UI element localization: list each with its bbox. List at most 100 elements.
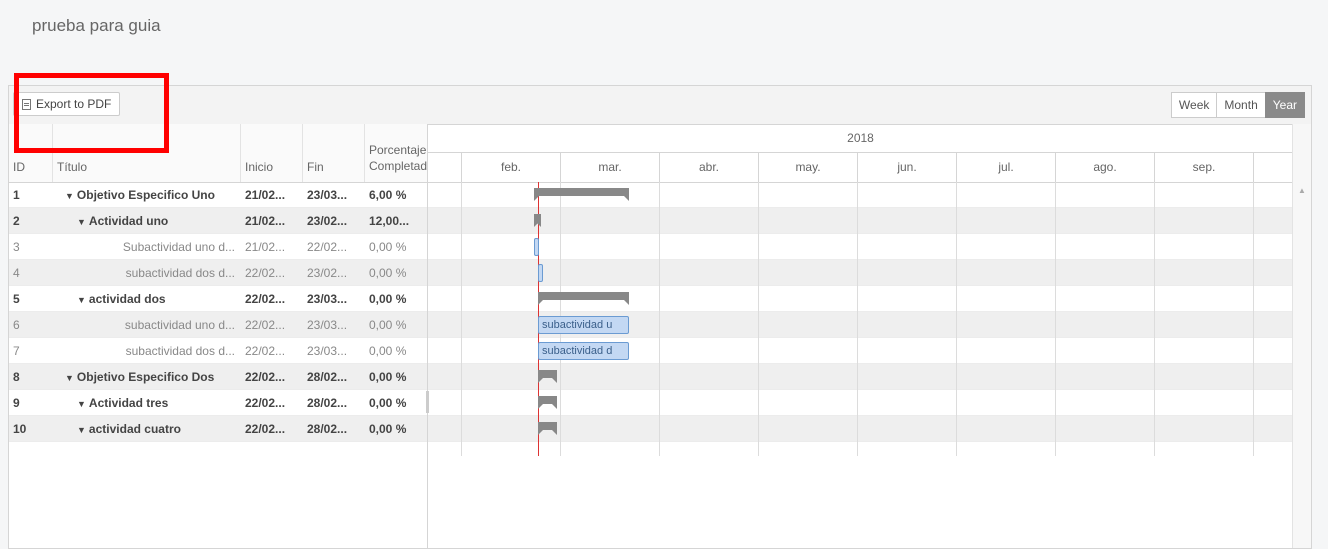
timeline-year: 2018 <box>428 124 1293 153</box>
view-year-button[interactable]: Year <box>1264 92 1305 118</box>
cell-id: 2 <box>13 214 20 228</box>
month-header: jul. <box>956 152 1055 182</box>
cell-title: ▼ Objetivo Especifico Uno <box>53 182 241 208</box>
task-bar[interactable]: subactividad d <box>538 342 629 360</box>
column-header-title[interactable]: Título <box>53 124 241 182</box>
table-row[interactable]: 10 ▼ actividad cuatro 22/02... 28/02... 0,00 … <box>9 416 427 442</box>
cell-start: 22/02... <box>245 396 286 410</box>
cell-end: 23/03... <box>307 188 348 202</box>
month-gridline <box>1253 182 1254 456</box>
expand-caret-icon[interactable]: ▼ <box>77 425 86 435</box>
column-header-percent[interactable]: Porcentaje Completado <box>365 124 427 182</box>
cell-end: 23/03... <box>307 292 348 306</box>
cell-percent: 6,00 % <box>369 188 407 202</box>
task-bar[interactable]: subactividad u <box>538 316 629 334</box>
summary-task-bar[interactable] <box>538 370 557 383</box>
column-header-id[interactable]: ID <box>9 124 53 182</box>
cell-percent: 0,00 % <box>369 370 407 384</box>
task-treelist: ID Título Inicio Fin Porcentaje Completad… <box>9 124 428 548</box>
table-row[interactable]: 8 ▼ Objetivo Especifico Dos 22/02... 28/02..… <box>9 364 427 390</box>
table-row[interactable]: 6 subactividad uno d... 22/02... 23/03... 0,… <box>9 312 427 338</box>
timeline-row <box>428 364 1293 390</box>
summary-task-bar[interactable] <box>538 396 557 409</box>
cell-title-text: Subactividad uno d... <box>122 240 235 254</box>
month-gridline <box>1055 182 1056 456</box>
cell-title-text: Objetivo Especifico Uno <box>76 188 215 202</box>
toolbar: Export to PDF Week Month Year <box>9 86 1311 125</box>
cell-start: 22/02... <box>245 370 286 384</box>
cell-id: 8 <box>13 370 20 384</box>
table-row[interactable]: 4 subactividad dos d... 22/02... 23/02... 0,… <box>9 260 427 286</box>
cell-percent: 0,00 % <box>369 344 407 358</box>
cell-id: 9 <box>13 396 20 410</box>
cell-title: Subactividad uno d... <box>53 234 241 260</box>
month-header: jun. <box>857 152 956 182</box>
month-header: sep. <box>1154 152 1253 182</box>
vertical-scrollbar[interactable]: ▲ <box>1292 124 1311 548</box>
cell-start: 22/02... <box>245 422 286 436</box>
table-row[interactable]: 3 Subactividad uno d... 21/02... 22/02... 0,… <box>9 234 427 260</box>
month-header: ago. <box>1055 152 1154 182</box>
cell-title-text: actividad dos <box>88 292 166 306</box>
month-gridline <box>1154 182 1155 456</box>
cell-start: 22/02... <box>245 344 286 358</box>
pdf-file-icon <box>22 98 31 110</box>
cell-percent: 0,00 % <box>369 396 407 410</box>
month-header: may. <box>758 152 857 182</box>
expand-caret-icon[interactable]: ▼ <box>77 295 86 305</box>
cell-end: 28/02... <box>307 396 348 410</box>
percent-header-line1: Porcentaje <box>369 143 427 157</box>
expand-caret-icon[interactable]: ▼ <box>77 399 86 409</box>
cell-id: 3 <box>13 240 20 254</box>
table-row[interactable]: 2 ▼ Actividad uno 21/02... 23/02... 12,00... <box>9 208 427 234</box>
scroll-up-icon[interactable]: ▲ <box>1298 186 1306 195</box>
treelist-header: ID Título Inicio Fin Porcentaje Completad… <box>9 124 427 183</box>
table-row[interactable]: 1 ▼ Objetivo Especifico Uno 21/02... 23/03..… <box>9 182 427 208</box>
cell-id: 4 <box>13 266 20 280</box>
view-week-button[interactable]: Week <box>1170 92 1218 118</box>
cell-title: ▼ Actividad uno <box>53 208 241 234</box>
view-month-button[interactable]: Month <box>1216 92 1266 118</box>
cell-percent: 0,00 % <box>369 266 407 280</box>
month-header: mar. <box>560 152 659 182</box>
table-row[interactable]: 5 ▼ actividad dos 22/02... 23/03... 0,00 % <box>9 286 427 312</box>
timeline-row <box>428 260 1293 286</box>
cell-id: 10 <box>13 422 27 436</box>
column-header-end[interactable]: Fin <box>303 124 365 182</box>
cell-title: ▼ Actividad tres <box>53 390 241 416</box>
cell-title-text: Actividad tres <box>88 396 169 410</box>
gantt-timeline: 2018 feb.mar.abr.may.jun.jul.ago.sep.o s… <box>428 124 1311 548</box>
expand-caret-icon[interactable]: ▼ <box>65 373 74 383</box>
month-header: feb. <box>461 152 560 182</box>
cell-title-text: subactividad dos d... <box>125 344 235 358</box>
cell-title-text: subactividad dos d... <box>125 266 235 280</box>
export-pdf-button[interactable]: Export to PDF <box>13 92 121 116</box>
expand-caret-icon[interactable]: ▼ <box>65 191 74 201</box>
summary-task-bar[interactable] <box>538 422 557 435</box>
expand-caret-icon[interactable]: ▼ <box>77 217 86 227</box>
cell-percent: 0,00 % <box>369 422 407 436</box>
table-row[interactable]: 9 ▼ Actividad tres 22/02... 28/02... 0,00 % <box>9 390 427 416</box>
summary-task-bar[interactable] <box>534 214 541 227</box>
cell-title-text: Actividad uno <box>88 214 169 228</box>
table-row[interactable]: 7 subactividad dos d... 22/02... 23/03... 0,… <box>9 338 427 364</box>
timeline-row <box>428 208 1293 234</box>
cell-percent: 0,00 % <box>369 318 407 332</box>
month-header: abr. <box>659 152 758 182</box>
cell-end: 28/02... <box>307 422 348 436</box>
cell-id: 6 <box>13 318 20 332</box>
timeline-row <box>428 234 1293 260</box>
column-header-start[interactable]: Inicio <box>241 124 303 182</box>
task-bar[interactable] <box>538 264 543 282</box>
cell-title: subactividad uno d... <box>53 312 241 338</box>
cell-start: 21/02... <box>245 214 286 228</box>
cell-title: subactividad dos d... <box>53 338 241 364</box>
summary-task-bar[interactable] <box>534 188 629 201</box>
cell-start: 21/02... <box>245 240 286 254</box>
cell-id: 5 <box>13 292 20 306</box>
cell-percent: 12,00... <box>369 214 410 228</box>
cell-end: 23/03... <box>307 318 348 332</box>
task-bar[interactable] <box>534 238 539 256</box>
summary-task-bar[interactable] <box>538 292 629 305</box>
month-gridline <box>956 182 957 456</box>
